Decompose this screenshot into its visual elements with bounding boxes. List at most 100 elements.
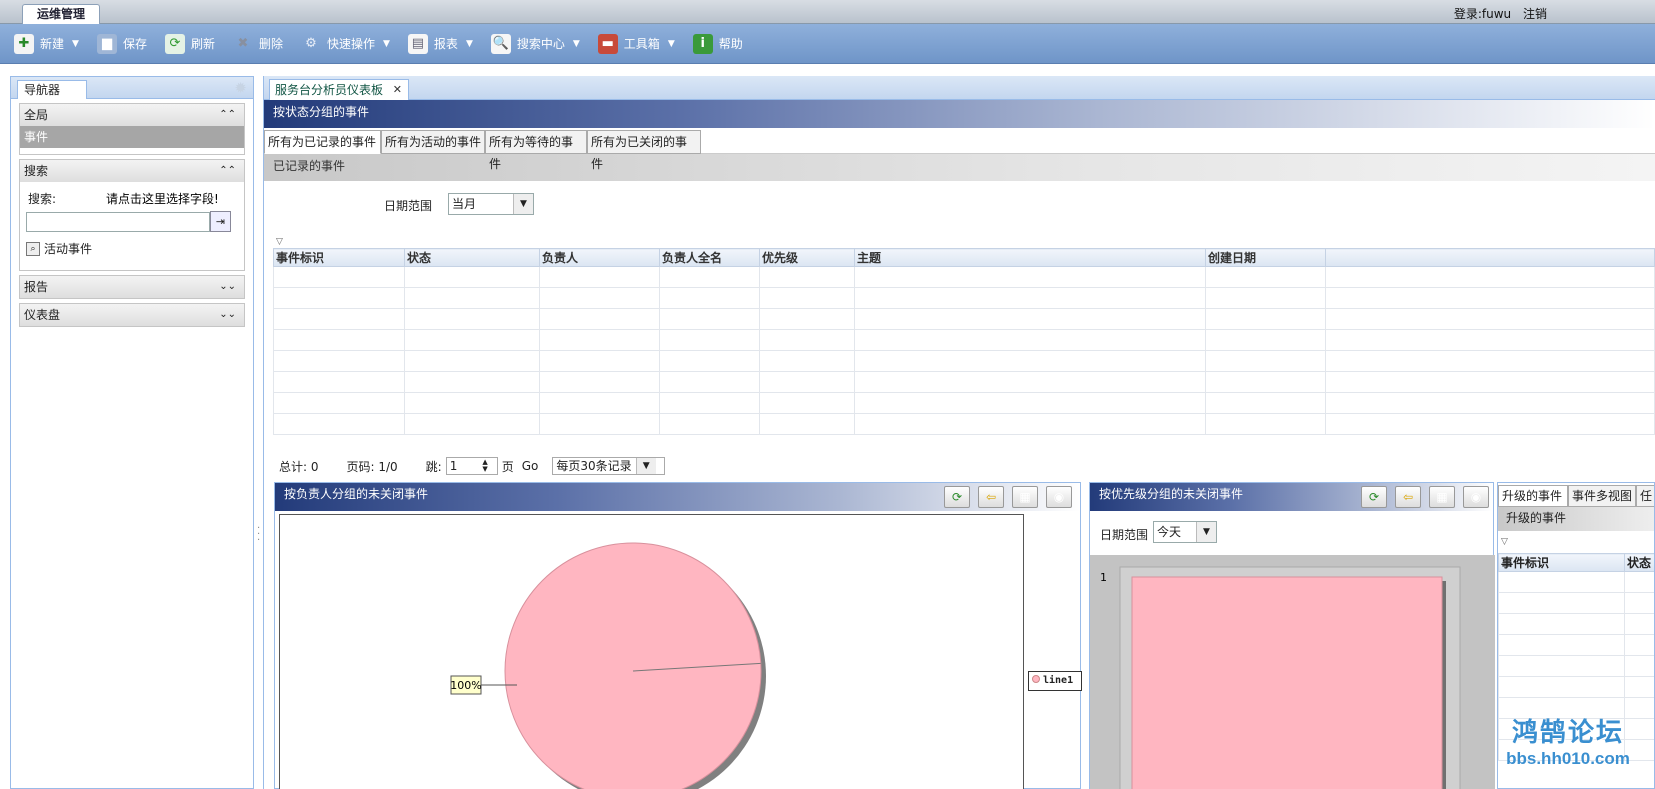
priority-date-row: 日期范围 今天 ▼ xyxy=(1090,511,1493,555)
main-tab-bar: 服务台分析员仪表板 ✕ xyxy=(264,76,1655,100)
save-button[interactable]: ▆ 保存 xyxy=(96,30,147,58)
chevron-down-icon[interactable]: ▼ xyxy=(573,39,580,49)
quick-action-button[interactable]: ⚙ 快速操作 ▼ xyxy=(301,30,390,58)
refresh-icon[interactable]: ⟳ xyxy=(944,486,970,508)
chevron-down-icon[interactable]: ▼ xyxy=(72,39,79,49)
accordion-header-dashboard[interactable]: 仪表盘 ⌄⌄ xyxy=(20,304,244,326)
owner-chart-header: 按负责人分组的未关闭事件 ⟳ ⇦ ▦ ◉ xyxy=(275,483,1080,511)
chevron-down-icon[interactable]: ▼ xyxy=(513,194,533,214)
chevron-down-icon[interactable]: ▼ xyxy=(635,458,656,474)
search-icon: ⌕ xyxy=(26,241,40,256)
accordion-header-global[interactable]: 全局 ⌃⌃ xyxy=(20,104,244,126)
help-button[interactable]: i 帮助 xyxy=(692,30,743,58)
table-row[interactable] xyxy=(273,392,1655,414)
page-jump-input[interactable]: 1 ▲ ▼ xyxy=(445,457,498,475)
table-row[interactable] xyxy=(1498,634,1654,656)
owner-chart-panel: 按负责人分组的未关闭事件 ⟳ ⇦ ▦ ◉ 100% line1 xyxy=(274,482,1082,789)
subtab-recorded[interactable]: 所有为已记录的事件 xyxy=(264,130,381,154)
table-row[interactable] xyxy=(1498,592,1654,614)
chevron-down-icon[interactable]: ▼ xyxy=(383,39,390,49)
column-header[interactable]: 事件标识 xyxy=(273,248,405,267)
pager-page-suffix: 页 xyxy=(501,459,514,474)
column-header[interactable]: 负责人全名 xyxy=(659,248,760,267)
column-header[interactable]: 主题 xyxy=(854,248,1206,267)
delete-button[interactable]: ✖ 删除 xyxy=(233,30,283,58)
table-view-icon[interactable]: ▦ xyxy=(1012,486,1038,508)
chart-settings-icon[interactable]: ◉ xyxy=(1046,486,1072,508)
navigator-tab[interactable]: 导航器 xyxy=(17,80,87,99)
logout-link[interactable]: 注销 xyxy=(1523,7,1547,21)
table-row[interactable] xyxy=(1498,613,1654,635)
tab-multiview[interactable]: 事件多视图 xyxy=(1568,485,1636,507)
table-row[interactable] xyxy=(273,266,1655,288)
back-arrow-icon[interactable]: ⇦ xyxy=(1395,486,1421,508)
column-header[interactable]: 状态 xyxy=(1624,553,1654,572)
column-header[interactable]: 优先级 xyxy=(759,248,855,267)
table-row[interactable] xyxy=(1498,676,1654,698)
priority-date-select[interactable]: 今天 ▼ xyxy=(1153,521,1217,543)
new-button[interactable]: ✚ 新建 ▼ xyxy=(14,30,79,58)
tab-escalated[interactable]: 升级的事件 xyxy=(1498,485,1568,507)
report-button[interactable]: ▤ 报表 ▼ xyxy=(407,30,473,58)
expand-icon[interactable]: ⌄⌄ xyxy=(219,304,236,326)
watermark-url: bbs.hh010.com xyxy=(1506,749,1630,768)
table-row[interactable] xyxy=(273,287,1655,309)
save-icon: ▆ xyxy=(96,33,117,54)
spinner-icon[interactable]: ▲ ▼ xyxy=(482,459,487,473)
toolbox-button[interactable]: ▬ 工具箱 ▼ xyxy=(597,30,675,58)
app-tab[interactable]: 运维管理 xyxy=(22,4,100,24)
tab-more[interactable]: 任 xyxy=(1636,485,1654,507)
subtab-active[interactable]: 所有为活动的事件 xyxy=(381,130,485,154)
column-header[interactable]: 状态 xyxy=(404,248,540,267)
search-input[interactable] xyxy=(26,212,210,232)
search-go-icon[interactable]: ⇥ xyxy=(210,211,231,232)
table-row[interactable] xyxy=(273,308,1655,330)
table-row[interactable] xyxy=(273,350,1655,372)
owner-chart-title: 按负责人分组的未关闭事件 xyxy=(284,487,429,501)
date-range-select[interactable]: 当月 ▼ xyxy=(448,193,534,215)
table-row[interactable] xyxy=(273,371,1655,393)
subtab-closed[interactable]: 所有为已关闭的事件 xyxy=(587,130,701,171)
table-row[interactable] xyxy=(1498,655,1654,677)
escalated-sub-title: 升级的事件 xyxy=(1498,507,1654,531)
nav-item-events[interactable]: 事件 xyxy=(20,126,244,148)
table-view-icon[interactable]: ▦ xyxy=(1429,486,1455,508)
table-row[interactable] xyxy=(273,329,1655,351)
search-center-icon: 🔍 xyxy=(490,33,511,54)
chevron-down-icon[interactable]: ▼ xyxy=(668,39,675,49)
expand-icon[interactable]: ⌄⌄ xyxy=(219,276,236,298)
filter-icon[interactable]: ▽ xyxy=(276,237,283,247)
subtab-waiting[interactable]: 所有为等待的事件 xyxy=(485,130,587,171)
gear-icon[interactable]: ✹ xyxy=(234,79,247,97)
column-header[interactable]: 负责人 xyxy=(539,248,660,267)
search-center-button[interactable]: 🔍 搜索中心 ▼ xyxy=(490,30,580,58)
panel-splitter[interactable]: · · · xyxy=(254,76,262,789)
back-arrow-icon[interactable]: ⇦ xyxy=(978,486,1004,508)
collapse-icon[interactable]: ⌃⌃ xyxy=(219,160,236,182)
priority-chart-tools: ⟳ ⇦ ▦ ◉ xyxy=(1353,486,1489,508)
chevron-down-icon[interactable]: ▼ xyxy=(1196,522,1216,542)
tab-dashboard[interactable]: 服务台分析员仪表板 ✕ xyxy=(269,79,409,100)
close-icon[interactable]: ✕ xyxy=(393,80,402,100)
date-range-label: 日期范围 xyxy=(1100,528,1149,542)
collapse-icon[interactable]: ⌃⌃ xyxy=(219,104,236,126)
table-row[interactable] xyxy=(1498,571,1654,593)
accordion-header-reports[interactable]: 报告 ⌄⌄ xyxy=(20,276,244,298)
chart-settings-icon[interactable]: ◉ xyxy=(1463,486,1489,508)
accordion-header-search[interactable]: 搜索 ⌃⌃ xyxy=(20,160,244,182)
per-page-select[interactable]: 每页30条记录 ▼ xyxy=(552,457,665,475)
refresh-icon[interactable]: ⟳ xyxy=(1361,486,1387,508)
table-row[interactable] xyxy=(273,413,1655,435)
refresh-button[interactable]: ⟳ 刷新 xyxy=(164,30,215,58)
quick-action-icon: ⚙ xyxy=(305,36,317,51)
chevron-down-icon[interactable]: ▼ xyxy=(466,39,473,49)
column-header[interactable]: 事件标识 xyxy=(1498,553,1625,572)
watermark-title: 鸿鹄论坛 xyxy=(1511,718,1624,748)
field-select-hint[interactable]: 请点击这里选择字段! xyxy=(106,190,219,207)
active-events-link[interactable]: ⌕ 活动事件 xyxy=(26,240,92,257)
column-header[interactable]: 创建日期 xyxy=(1205,248,1326,267)
chart-legend: line1 xyxy=(1028,671,1082,691)
legend-swatch xyxy=(1032,675,1040,683)
pager-go-button[interactable]: Go xyxy=(522,459,539,473)
filter-icon[interactable]: ▽ xyxy=(1501,537,1508,547)
